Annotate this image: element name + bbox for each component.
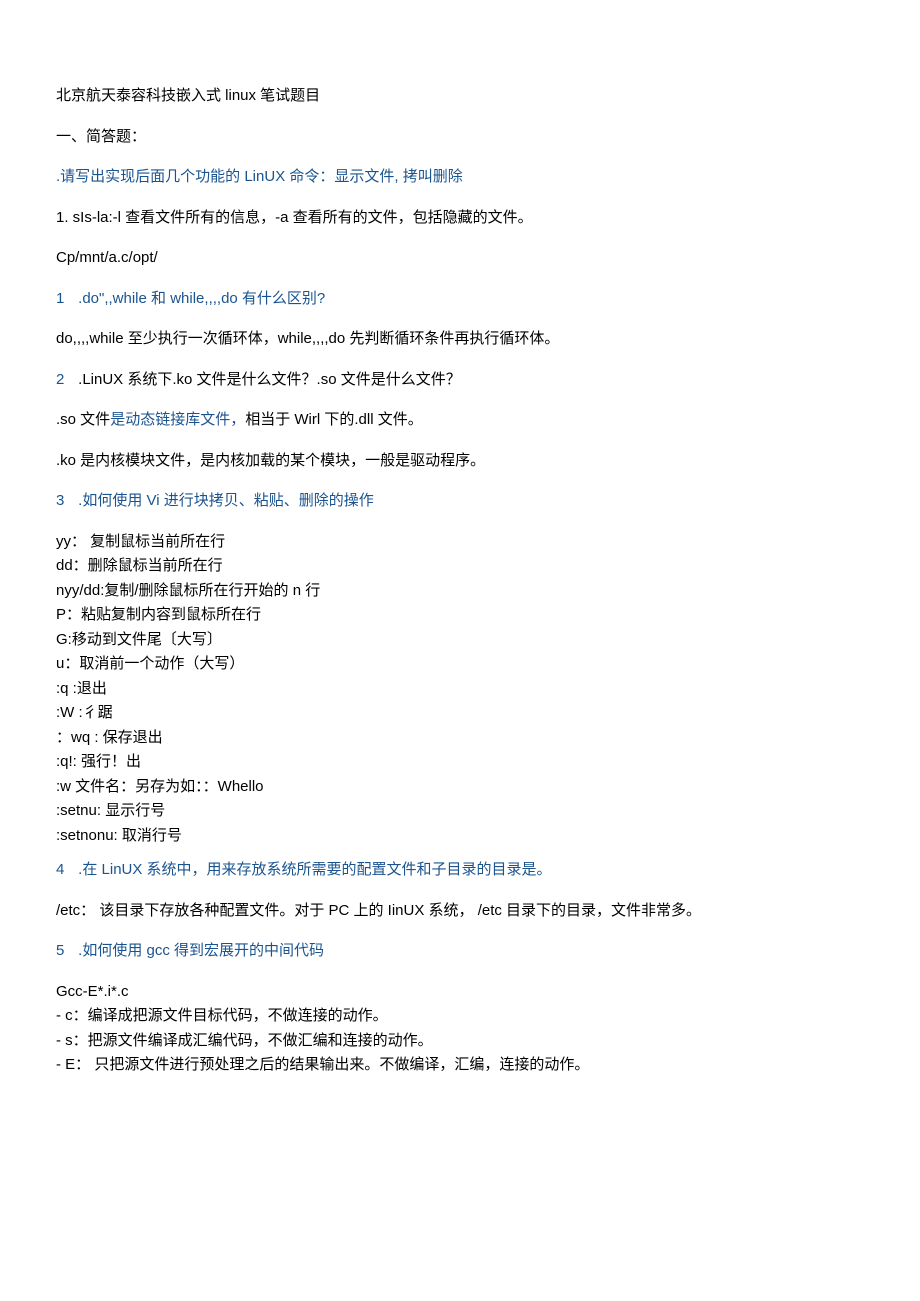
answer-2-1: .so 文件是动态链接库文件，相当于 Wirl 下的.dll 文件。 [56, 409, 864, 432]
q5-num: 5 [56, 940, 74, 963]
vi-cmd: :w 文件名：另存为如：：Whello [56, 776, 864, 799]
vi-cmd: nyy/dd:复制/删除鼠标所在行开始的 n 行 [56, 580, 864, 603]
answer-1: do,,,,while 至少执行一次循环体，while,,,,do 先判断循环条… [56, 328, 864, 351]
q4-b: LinUX [102, 861, 143, 878]
gcc-commands: Gcc-E*.i*.c - c：编译成把源文件目标代码，不做连接的动作。 - s… [56, 981, 864, 1077]
q2-num: 2 [56, 369, 74, 392]
vi-commands: yy： 复制鼠标当前所在行 dd：删除鼠标当前所在行 nyy/dd:复制/删除鼠… [56, 531, 864, 848]
vi-cmd: ：wq : 保存退出 [56, 727, 864, 750]
q4-c: 系统中，用来存放系统所需要的配置文件和子目录的目录是。 [142, 861, 551, 878]
question-5: 5 .如何使用 gcc 得到宏展开的中间代码 [56, 940, 864, 963]
q5-b: gcc [147, 942, 170, 959]
vi-cmd: dd：删除鼠标当前所在行 [56, 555, 864, 578]
q3-num: 3 [56, 490, 74, 513]
q2-text: .LinUX 系统下.ko 文件是什么文件？.so 文件是什么文件？ [74, 371, 461, 388]
answer-0-2: Cp/mnt/a.c/opt/ [56, 247, 864, 270]
answer-2-2: .ko 是内核模块文件，是内核加载的某个模块，一般是驱动程序。 [56, 450, 864, 473]
q3-c: 进行块拷贝、粘贴、删除的操作 [160, 492, 374, 509]
vi-cmd: yy： 复制鼠标当前所在行 [56, 531, 864, 554]
a2-1-a: .so 文件 [56, 411, 110, 428]
q1-a: .do",,while [74, 290, 151, 307]
q3-b: Vi [147, 492, 160, 509]
q1-d: 有什么区别? [242, 290, 325, 307]
vi-cmd: :setnu: 显示行号 [56, 800, 864, 823]
question-3: 3 .如何使用 Vi 进行块拷贝、粘贴、删除的操作 [56, 490, 864, 513]
q3-a: .如何使用 [74, 492, 147, 509]
gcc-cmd: - c：编译成把源文件目标代码，不做连接的动作。 [56, 1005, 864, 1028]
vi-cmd: u：取消前一个动作（大写） [56, 653, 864, 676]
vi-cmd: :setnonu: 取消行号 [56, 825, 864, 848]
q1-c: while,,,,do [166, 290, 242, 307]
vi-cmd: :q :退出 [56, 678, 864, 701]
question-0: .请写出实现后面几个功能的 LinUX 命令：显示文件, 拷叫删除 [56, 166, 864, 189]
vi-cmd: :q!: 强行！出 [56, 751, 864, 774]
q4-a: .在 [74, 861, 102, 878]
question-2: 2 .LinUX 系统下.ko 文件是什么文件？.so 文件是什么文件？ [56, 369, 864, 392]
q5-a: .如何使用 [74, 942, 147, 959]
gcc-cmd: - s：把源文件编译成汇编代码，不做汇编和连接的动作。 [56, 1030, 864, 1053]
section-head: 一、简答题： [56, 126, 864, 149]
question-1: 1 .do",,while 和 while,,,,do 有什么区别? [56, 288, 864, 311]
q0-b: LinUX [244, 168, 285, 185]
vi-cmd: G:移动到文件尾〔大写〕 [56, 629, 864, 652]
question-4: 4 .在 LinUX 系统中，用来存放系统所需要的配置文件和子目录的目录是。 [56, 859, 864, 882]
q0-a: .请写出实现后面几个功能的 [56, 168, 244, 185]
answer-0-1: 1. sIs-la:-l 查看文件所有的信息，-a 查看所有的文件，包括隐藏的文… [56, 207, 864, 230]
gcc-cmd: - E： 只把源文件进行预处理之后的结果输出来。不做编译，汇编，连接的动作。 [56, 1054, 864, 1077]
gcc-head: Gcc-E*.i*.c [56, 981, 864, 1004]
q0-c: 命令：显示文件, 拷叫删除 [285, 168, 463, 185]
q4-num: 4 [56, 859, 74, 882]
vi-cmd: P：粘贴复制内容到鼠标所在行 [56, 604, 864, 627]
answer-4: /etc： 该目录下存放各种配置文件。对于 PC 上的 IinUX 系统， /e… [56, 900, 864, 923]
q5-c: 得到宏展开的中间代码 [170, 942, 324, 959]
q1-b: 和 [151, 290, 166, 307]
q1-num: 1 [56, 288, 74, 311]
a2-1-b: 是动态链接库文件， [110, 411, 245, 428]
vi-cmd: :W :彳踞 [56, 702, 864, 725]
doc-title: 北京航天泰容科技嵌入式 linux 笔试题目 [56, 85, 864, 108]
a2-1-c: 相当于 Wirl 下的.dll 文件。 [245, 411, 423, 428]
